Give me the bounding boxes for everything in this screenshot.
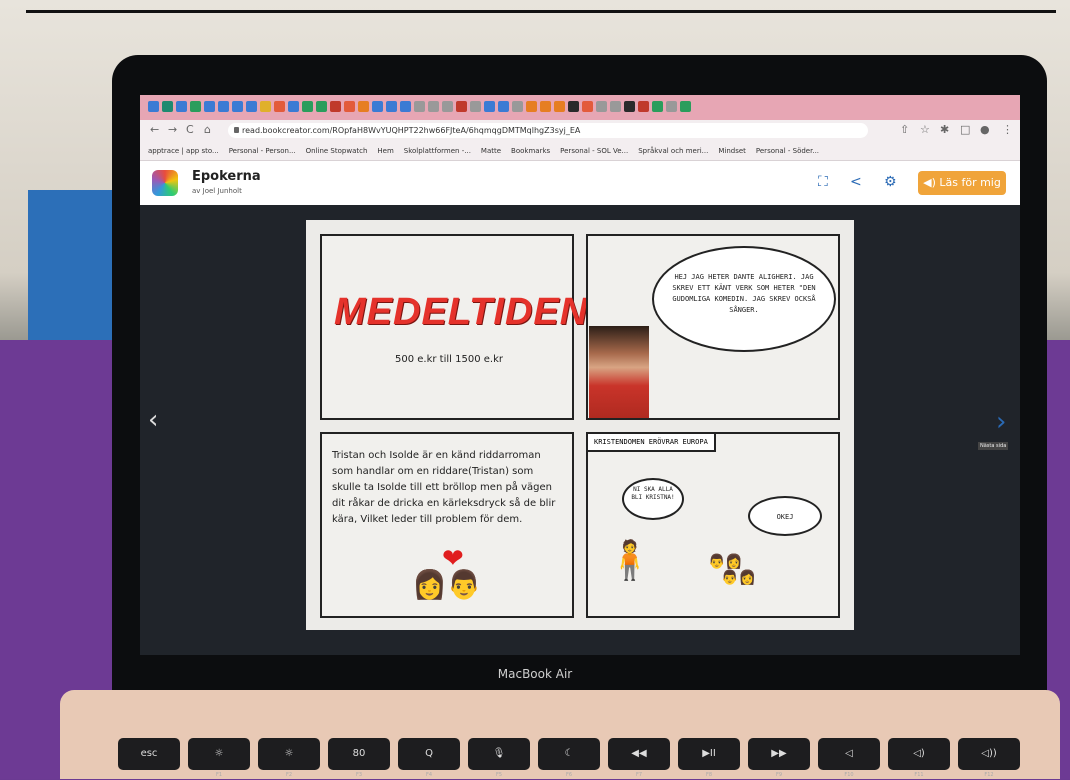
chapter-title: MEDELTIDEN	[334, 291, 589, 333]
stick-figure-icon: 🧍	[606, 538, 654, 582]
speech-bubble-missionary: NI SKA ALLA BLI KRISTNA!	[622, 478, 684, 520]
key-f7[interactable]: ◀◀ F7	[608, 738, 670, 778]
star-icon[interactable]: ☆	[920, 123, 930, 136]
key-f3[interactable]: 80 F3	[328, 738, 390, 778]
people-group-icon: 👨👩 👨👩	[708, 554, 757, 586]
key-f6[interactable]: ☾ F6	[538, 738, 600, 778]
browser-tab-bar[interactable]	[140, 95, 1020, 120]
panel-title: MEDELTIDEN 500 e.kr till 1500 e.kr	[320, 234, 589, 420]
lock-icon	[234, 127, 239, 133]
panel-story: Tristan och Isolde är en känd riddarroma…	[320, 432, 574, 618]
profile-avatar[interactable]: ●	[980, 123, 990, 136]
key-f11[interactable]: ◁) F11	[888, 738, 950, 778]
chapter-subtitle: 500 e.kr till 1500 e.kr	[395, 354, 503, 365]
couple-icon: 👩👨	[412, 568, 482, 601]
book-cover-icon	[152, 170, 178, 196]
read-aloud-button[interactable]: ◀) Läs för mig	[918, 171, 1006, 195]
key-f1[interactable]: ☼ F1	[188, 738, 250, 778]
share-icon[interactable]: ⇧	[900, 123, 909, 136]
next-page-tooltip: Nästa sida	[978, 442, 1009, 450]
key-f8[interactable]: ▶II F8	[678, 738, 740, 778]
extensions-icon[interactable]: ✱	[940, 123, 949, 136]
next-page-icon[interactable]: ›	[996, 407, 1006, 437]
key-f10[interactable]: ◁ F10	[818, 738, 880, 778]
bookmark-item[interactable]: Bookmarks	[511, 147, 550, 155]
url-field[interactable]: read.bookcreator.com/ROpfaH8WvYUQHPT22hw…	[228, 123, 868, 138]
bookmark-item[interactable]: Personal - Person...	[229, 147, 296, 155]
menu-icon[interactable]: ⋮	[1002, 123, 1013, 136]
tab-favicons[interactable]	[148, 101, 691, 112]
settings-icon[interactable]: ⚙	[884, 174, 897, 190]
previous-page-icon[interactable]: ‹	[148, 405, 158, 435]
share-icon[interactable]: <	[850, 174, 862, 190]
panel-dante: HEJ JAG HETER DANTE ALIGHERI. JAG SKREV …	[586, 234, 840, 420]
back-icon[interactable]: ←	[150, 123, 159, 136]
reload-icon[interactable]: C	[186, 123, 194, 136]
bookmarks-bar: apptrace | app sto... Personal - Person.…	[140, 142, 1020, 161]
caption-box: KRISTENDOMEN ERÖVRAR EUROPA	[588, 434, 716, 452]
bookmark-item[interactable]: Hem	[377, 147, 393, 155]
key-f5[interactable]: 🎙 F5	[468, 738, 530, 778]
photo-frame-edge	[26, 10, 1056, 13]
key-f9[interactable]: ▶▶ F9	[748, 738, 810, 778]
bookmark-item[interactable]: Online Stopwatch	[306, 147, 368, 155]
speech-bubble-people: OKEJ	[748, 496, 822, 536]
key-esc[interactable]: esc	[118, 738, 180, 770]
bookmark-item[interactable]: Matte	[481, 147, 501, 155]
key-f2[interactable]: ☼ F2	[258, 738, 320, 778]
home-icon[interactable]: ⌂	[204, 123, 211, 136]
dante-portrait	[589, 326, 649, 418]
sidepanel-icon[interactable]: □	[960, 123, 970, 136]
key-f4[interactable]: Q F4	[398, 738, 460, 778]
bookmark-item[interactable]: Personal - SOL Ve...	[560, 147, 628, 155]
bookmark-item[interactable]: Mindset	[718, 147, 746, 155]
forward-icon[interactable]: →	[168, 123, 177, 136]
story-text: Tristan och Isolde är en känd riddarroma…	[332, 450, 556, 525]
bookmark-item[interactable]: Skolplattformen -...	[404, 147, 471, 155]
laptop-brand-label: MacBook Air	[497, 667, 573, 681]
laptop-screen: ← → C ⌂ read.bookcreator.com/ROpfaH8WvYU…	[140, 95, 1020, 655]
bookmark-item[interactable]: Språkval och meri...	[638, 147, 708, 155]
speech-bubble-dante: HEJ JAG HETER DANTE ALIGHERI. JAG SKREV …	[652, 246, 836, 352]
book-title: Epokerna	[192, 169, 261, 184]
app-header: Epokerna av Joel Junholt ⛶ < ⚙ ◀) Läs fö…	[140, 161, 1020, 205]
book-spread: MEDELTIDEN 500 e.kr till 1500 e.kr HEJ J…	[306, 220, 854, 630]
bookmark-item[interactable]: Personal - Söder...	[756, 147, 819, 155]
key-f12[interactable]: ◁)) F12	[958, 738, 1020, 778]
function-key-row: esc ☼ F1 ☼ F2 80 F3 Q F4 🎙 F5 ☾ F6 ◀◀ F7 ▶II F8 …	[118, 738, 1020, 778]
fullscreen-icon[interactable]: ⛶	[818, 174, 828, 190]
browser-address-bar: ← → C ⌂ read.bookcreator.com/ROpfaH8WvYU…	[140, 120, 1020, 142]
book-author: av Joel Junholt	[192, 187, 242, 195]
panel-christianity: KRISTENDOMEN ERÖVRAR EUROPA NI SKA ALLA …	[586, 432, 840, 618]
bookmark-item[interactable]: apptrace | app sto...	[148, 147, 219, 155]
